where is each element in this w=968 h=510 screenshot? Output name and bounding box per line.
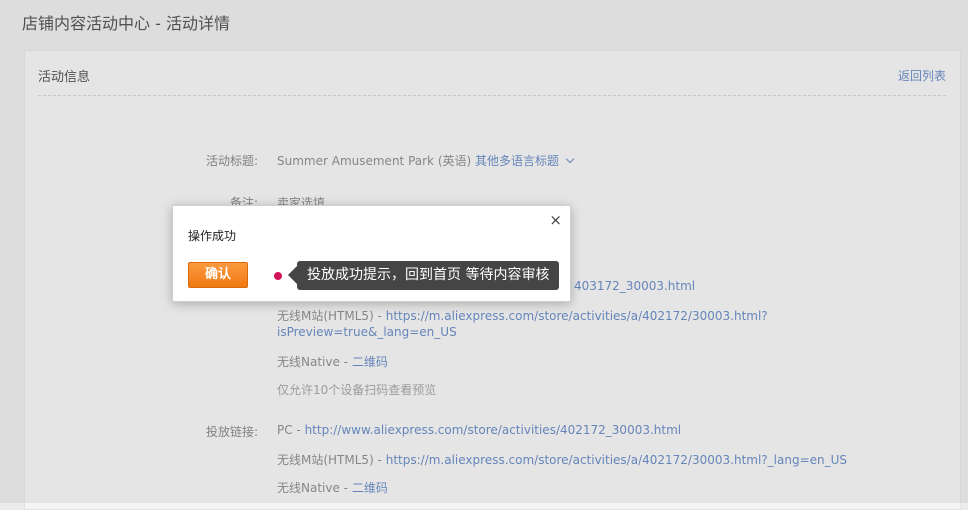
- close-icon[interactable]: ×: [549, 212, 562, 228]
- confirm-button[interactable]: 确认: [188, 262, 248, 288]
- dialog-title: 操作成功: [188, 229, 237, 243]
- annotation-marker: [274, 272, 282, 280]
- annotation-tooltip: 投放成功提示，回到首页 等待内容审核: [287, 261, 560, 290]
